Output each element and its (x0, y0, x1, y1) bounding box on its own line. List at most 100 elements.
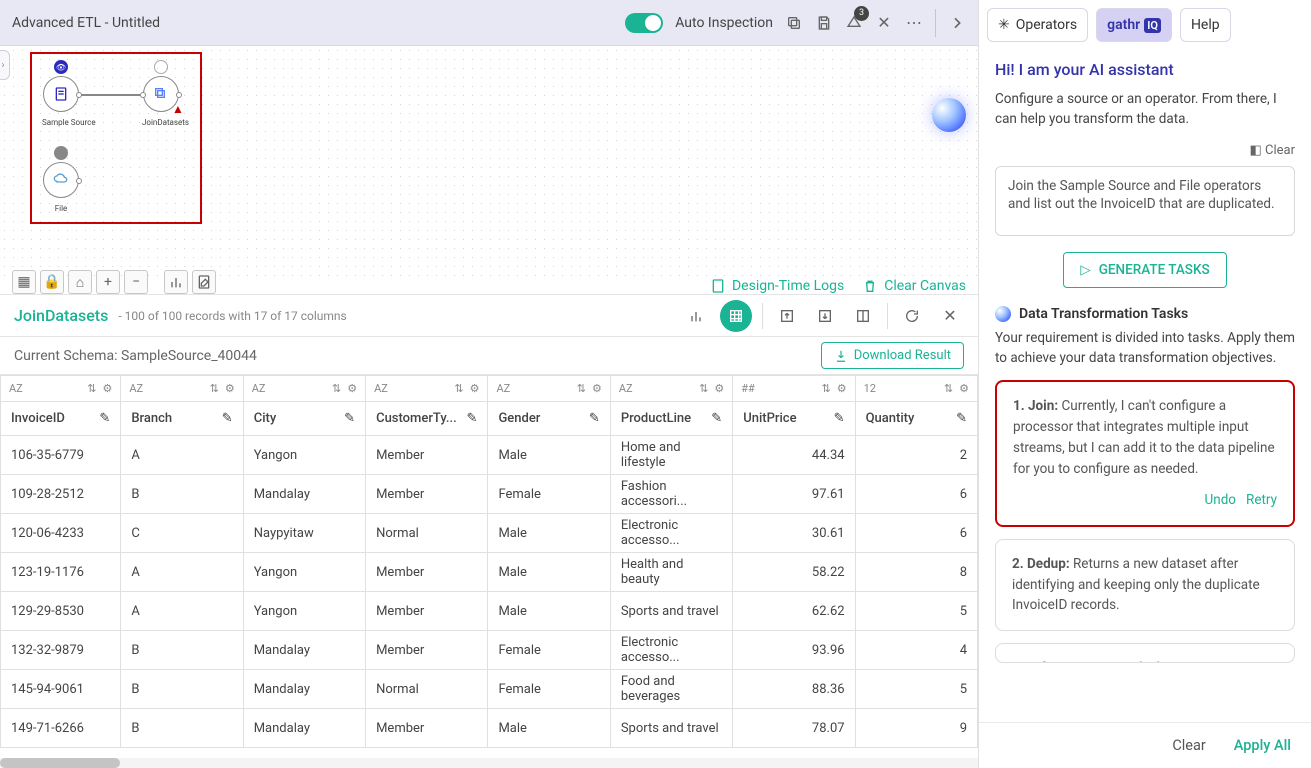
pencil-icon[interactable]: ✎ (467, 411, 478, 426)
node-sample-source[interactable]: 👁 Sample Source (42, 60, 80, 127)
gear-icon[interactable]: ⚙ (225, 382, 235, 395)
gear-icon[interactable]: ⚙ (592, 382, 602, 395)
sort-icon[interactable]: ⇅ (577, 382, 586, 395)
grid-icon[interactable]: ▦ (12, 270, 36, 294)
play-icon: ▷ (1080, 262, 1090, 278)
import-icon[interactable] (811, 302, 839, 330)
generate-tasks-button[interactable]: ▷ GENERATE TASKS (1063, 252, 1226, 288)
sort-icon[interactable]: ⇅ (87, 382, 96, 395)
bar-chart-icon[interactable] (682, 302, 710, 330)
column-type-cell: AZ⇅⚙ (1, 376, 121, 402)
horizontal-scrollbar[interactable] (0, 758, 978, 768)
table-cell: A (121, 592, 243, 631)
gear-icon[interactable]: ⚙ (714, 382, 724, 395)
save-icon[interactable] (815, 14, 833, 32)
tab-help[interactable]: Help (1180, 8, 1231, 42)
table-cell: Mandalay (243, 709, 365, 748)
gear-icon[interactable]: ⚙ (470, 382, 480, 395)
column-header[interactable]: Gender✎ (488, 402, 610, 436)
table-cell: 120-06-4233 (1, 514, 121, 553)
refresh-icon[interactable] (898, 302, 926, 330)
pencil-icon[interactable]: ✎ (589, 411, 600, 426)
node-label: File (42, 204, 80, 213)
column-header[interactable]: Quantity✎ (855, 402, 977, 436)
clear-prompt-link[interactable]: ◧ Clear (1249, 143, 1295, 158)
export-icon[interactable] (773, 302, 801, 330)
table-row[interactable]: 145-94-9061BMandalayNormalFemaleFood and… (1, 670, 978, 709)
chart-icon[interactable] (164, 270, 188, 294)
sort-icon[interactable]: ⇅ (210, 382, 219, 395)
sort-icon[interactable]: ⇅ (699, 382, 708, 395)
sort-icon[interactable]: ⇅ (332, 382, 341, 395)
table-row[interactable]: 132-32-9879BMandalayMemberFemaleElectron… (1, 631, 978, 670)
notifications-icon[interactable]: 3 (845, 14, 863, 32)
column-header[interactable]: CustomerTy...✎ (366, 402, 488, 436)
close-icon[interactable]: ✕ (875, 14, 893, 32)
tasks-title: Data Transformation Tasks (995, 306, 1295, 322)
table-cell: Female (488, 670, 610, 709)
footer-clear-button[interactable]: Clear (1172, 737, 1205, 754)
prompt-textarea[interactable]: Join the Sample Source and File operator… (995, 166, 1295, 236)
task-card[interactable]: 1. Join: Currently, I can't configure a … (995, 380, 1295, 527)
table-row[interactable]: 106-35-6779AYangonMemberMaleHome and lif… (1, 436, 978, 475)
pencil-icon[interactable]: ✎ (834, 411, 845, 426)
design-time-logs-link[interactable]: Design-Time Logs (710, 278, 844, 294)
table-row[interactable]: 129-29-8530AYangonMemberMaleSports and t… (1, 592, 978, 631)
node-file[interactable]: File (42, 146, 80, 213)
badge-count: 3 (854, 6, 869, 21)
column-header[interactable]: City✎ (243, 402, 365, 436)
tab-operators[interactable]: ✳ Operators (987, 8, 1088, 42)
apply-all-button[interactable]: Apply All (1234, 737, 1291, 754)
sort-icon[interactable]: ⇅ (944, 382, 953, 395)
pencil-icon[interactable]: ✎ (99, 411, 110, 426)
pencil-icon[interactable]: ✎ (344, 411, 355, 426)
canvas[interactable]: › 👁 Sample Source ▲ JoinDatasets (0, 46, 978, 280)
download-result-button[interactable]: Download Result (821, 342, 964, 369)
copy-icon[interactable] (785, 14, 803, 32)
home-icon[interactable]: ⌂ (68, 270, 92, 294)
data-header: JoinDatasets - 100 of 100 records with 1… (0, 294, 978, 336)
sort-icon[interactable]: ⇅ (821, 382, 830, 395)
undo-link[interactable]: Undo (1204, 492, 1236, 508)
minus-icon[interactable]: − (124, 270, 148, 294)
gear-icon[interactable]: ⚙ (347, 382, 357, 395)
gear-icon[interactable]: ⚙ (837, 382, 847, 395)
edit-icon[interactable] (192, 270, 216, 294)
table-row[interactable]: 109-28-2512BMandalayMemberFemaleFashion … (1, 475, 978, 514)
table-row[interactable]: 120-06-4233CNaypyitawNormalMaleElectroni… (1, 514, 978, 553)
pencil-icon[interactable]: ✎ (222, 411, 233, 426)
node-join-datasets[interactable]: ▲ JoinDatasets (142, 60, 180, 127)
sort-icon[interactable]: ⇅ (454, 382, 463, 395)
table-cell: 58.22 (733, 553, 855, 592)
column-header[interactable]: InvoiceID✎ (1, 402, 121, 436)
table-cell: 106-35-6779 (1, 436, 121, 475)
split-icon[interactable] (849, 302, 877, 330)
table-row[interactable]: 149-71-6266BMandalayMemberMaleSports and… (1, 709, 978, 748)
gear-icon[interactable]: ⚙ (959, 382, 969, 395)
lock-icon[interactable]: 🔒 (40, 270, 64, 294)
table-view-icon[interactable] (720, 300, 752, 332)
table-row[interactable]: 123-19-1176AYangonMemberMaleHealth and b… (1, 553, 978, 592)
task-card[interactable]: 3. Select: Retrieve only the InvoiceID (995, 643, 1295, 663)
retry-link[interactable]: Retry (1246, 492, 1277, 508)
data-grid[interactable]: AZ⇅⚙AZ⇅⚙AZ⇅⚙AZ⇅⚙AZ⇅⚙AZ⇅⚙##⇅⚙12⇅⚙ Invoice… (0, 374, 978, 768)
more-icon[interactable]: ⋯ (905, 14, 923, 32)
pencil-icon[interactable]: ✎ (956, 411, 967, 426)
pencil-icon[interactable]: ✎ (711, 411, 722, 426)
gear-icon[interactable]: ⚙ (102, 382, 112, 395)
column-header[interactable]: UnitPrice✎ (733, 402, 855, 436)
expand-handle[interactable]: › (0, 50, 10, 80)
scroll-thumb[interactable] (0, 758, 120, 768)
plus-icon[interactable]: + (96, 270, 120, 294)
clear-canvas-link[interactable]: Clear Canvas (862, 278, 966, 294)
column-header[interactable]: Branch✎ (121, 402, 243, 436)
tab-gathr-iq[interactable]: gathrIQ (1096, 8, 1172, 42)
forward-icon[interactable] (948, 14, 966, 32)
column-header[interactable]: ProductLine✎ (610, 402, 732, 436)
assistant-orb-icon[interactable] (932, 98, 966, 132)
task-card[interactable]: 2. Dedup: Returns a new dataset after id… (995, 539, 1295, 632)
table-cell: 88.36 (733, 670, 855, 709)
table-cell: A (121, 553, 243, 592)
auto-inspection-toggle[interactable] (625, 13, 663, 33)
close-panel-icon[interactable]: ✕ (936, 302, 964, 330)
